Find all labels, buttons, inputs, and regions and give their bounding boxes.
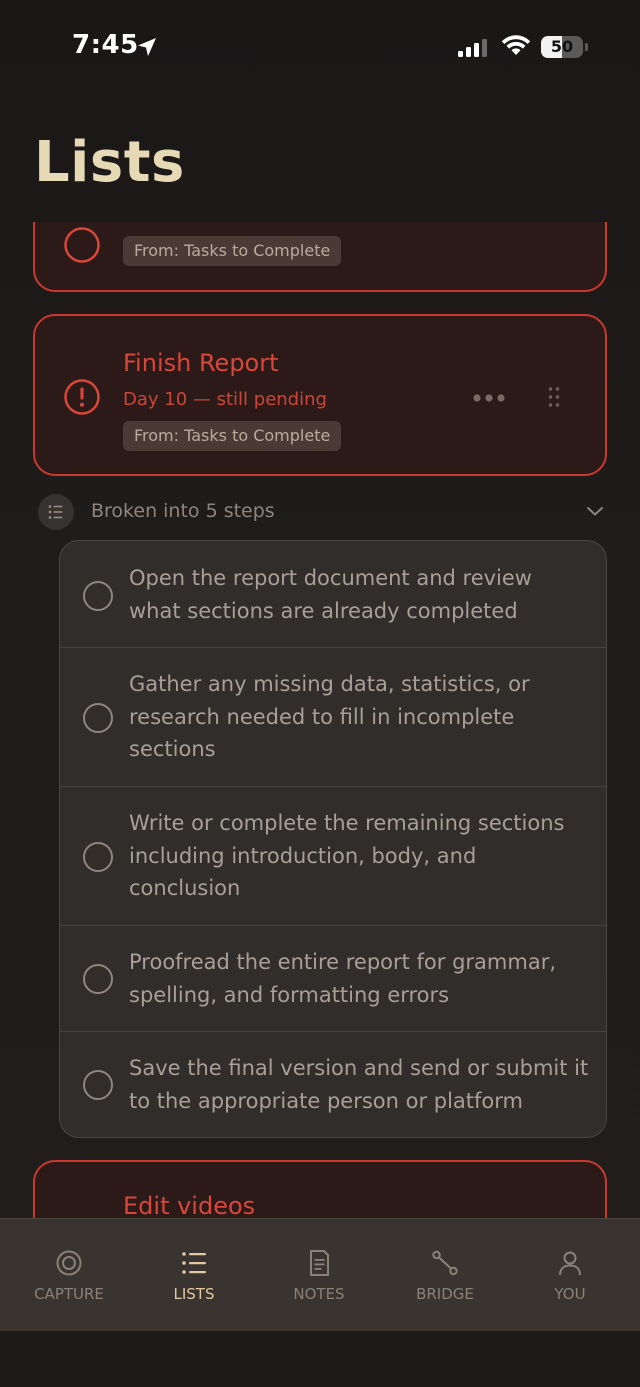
step-checkbox[interactable]	[83, 964, 113, 994]
status-time: 7:45	[72, 30, 139, 60]
list-icon	[182, 1252, 206, 1274]
steps-count-label: Broken into 5 steps	[91, 500, 275, 522]
step-checkbox[interactable]	[83, 1070, 113, 1100]
page-title: Lists	[34, 130, 185, 195]
source-list-chip: From: Tasks to Complete	[123, 421, 342, 451]
step-item[interactable]: Proofread the entire report for grammar,…	[60, 925, 606, 1031]
step-checkbox[interactable]	[83, 581, 113, 611]
task-card-previous[interactable]: From: Tasks to Complete	[33, 222, 607, 292]
step-text: Open the report document and review what…	[129, 566, 532, 623]
target-icon	[56, 1250, 82, 1276]
step-checkbox[interactable]	[83, 842, 113, 872]
drag-handle-icon[interactable]	[547, 386, 561, 408]
cellular-signal-icon	[458, 39, 487, 57]
step-text: Write or complete the remaining sections…	[129, 811, 565, 900]
more-options-icon[interactable]	[471, 392, 507, 404]
status-bar: 7:45 50	[0, 0, 640, 95]
document-icon	[310, 1250, 329, 1276]
step-checkbox[interactable]	[83, 703, 113, 733]
home-indicator-area	[0, 1331, 640, 1387]
tab-you[interactable]: YOU	[507, 1219, 633, 1332]
step-item[interactable]: Open the report document and review what…	[60, 541, 606, 647]
bridge-icon	[432, 1250, 458, 1276]
tab-label: NOTES	[293, 1285, 345, 1303]
person-icon	[559, 1251, 581, 1276]
wifi-icon	[501, 35, 531, 55]
alert-circle-icon	[64, 227, 100, 263]
step-text: Gather any missing data, statistics, or …	[129, 672, 530, 761]
battery-nub	[585, 43, 588, 51]
battery-level: 50	[550, 37, 574, 56]
tab-label: LISTS	[173, 1285, 215, 1303]
battery-indicator: 50	[541, 36, 583, 58]
steps-list: Open the report document and review what…	[59, 540, 607, 1138]
task-card-edit-videos[interactable]: Edit videos	[33, 1160, 607, 1218]
steps-toggle[interactable]: Broken into 5 steps	[38, 494, 608, 530]
step-item[interactable]: Write or complete the remaining sections…	[60, 786, 606, 925]
step-text: Proofread the entire report for grammar,…	[129, 950, 557, 1007]
lists-screen: 7:45 50 Lists From: Tasks to Complete Fi…	[0, 0, 640, 1387]
tab-bar: CAPTURE LISTS NOTES BRIDGE YOU	[0, 1218, 640, 1331]
tab-label: BRIDGE	[416, 1285, 474, 1303]
task-title: Finish Report	[123, 349, 279, 377]
lists-scroll-area[interactable]: From: Tasks to Complete Finish Report Da…	[0, 222, 640, 1218]
tab-label: YOU	[554, 1285, 586, 1303]
location-arrow-icon	[138, 38, 156, 56]
source-list-chip: From: Tasks to Complete	[123, 236, 342, 266]
tab-capture[interactable]: CAPTURE	[6, 1219, 132, 1332]
chevron-down-icon[interactable]	[586, 504, 604, 518]
steps-list-icon	[38, 494, 74, 530]
alert-circle-icon	[64, 379, 100, 415]
task-title: Edit videos	[123, 1192, 256, 1218]
step-item[interactable]: Gather any missing data, statistics, or …	[60, 647, 606, 786]
tab-bridge[interactable]: BRIDGE	[382, 1219, 508, 1332]
step-item[interactable]: Save the final version and send or submi…	[60, 1031, 606, 1137]
tab-lists[interactable]: LISTS	[131, 1219, 257, 1332]
task-status: Day 10 — still pending	[123, 389, 327, 410]
task-card-finish-report[interactable]: Finish Report Day 10 — still pending Fro…	[33, 314, 607, 476]
tab-label: CAPTURE	[34, 1285, 104, 1303]
step-text: Save the final version and send or submi…	[129, 1056, 589, 1113]
tab-notes[interactable]: NOTES	[256, 1219, 382, 1332]
